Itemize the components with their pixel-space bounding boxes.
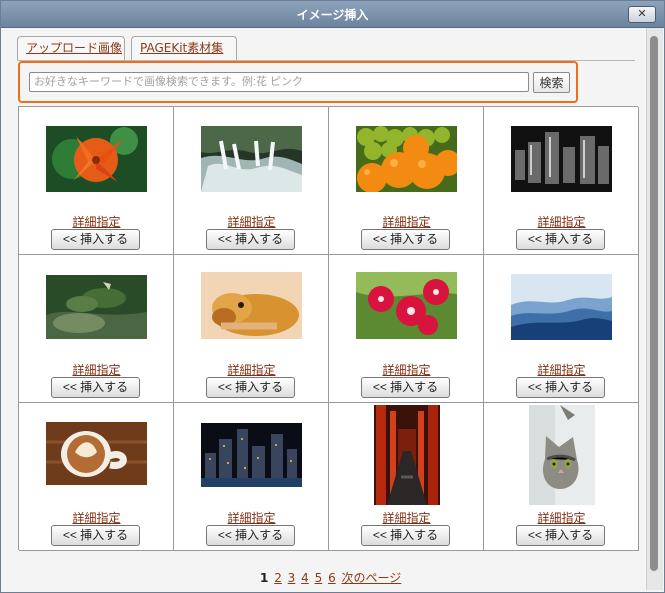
gallery-cell: 詳細指定 << 挿入する xyxy=(329,107,484,255)
tab-uploaded-images[interactable]: アップロード画像 xyxy=(17,36,125,60)
page-link-6[interactable]: 6 xyxy=(328,571,336,585)
insert-button[interactable]: << 挿入する xyxy=(51,377,140,398)
detail-link[interactable]: 詳細指定 xyxy=(484,509,639,526)
insert-button[interactable]: << 挿入する xyxy=(361,377,450,398)
gallery-cell: 詳細指定 << 挿入する xyxy=(329,403,484,551)
gallery-cell: 詳細指定 << 挿入する xyxy=(19,403,174,551)
search-area-highlight: 検索 xyxy=(18,61,578,103)
dialog-title: イメージ挿入 xyxy=(296,8,369,22)
detail-link[interactable]: 詳細指定 xyxy=(174,509,329,526)
thumbnail-waterfall-icon[interactable] xyxy=(201,126,302,192)
image-gallery: 詳細指定 << 挿入する 詳細指定 << 挿入する 詳細指定 << 挿入する 詳… xyxy=(18,106,639,551)
thumbnail-blue-mountains-icon[interactable] xyxy=(511,274,612,340)
detail-link[interactable]: 詳細指定 xyxy=(484,213,639,230)
thumbnail-city-bw-icon[interactable] xyxy=(511,126,612,192)
insert-button[interactable]: << 挿入する xyxy=(516,229,605,250)
tab-pagekit-materials[interactable]: PAGEKit素材集 xyxy=(131,36,237,60)
detail-link[interactable]: 詳細指定 xyxy=(484,361,639,378)
gallery-cell: 詳細指定 << 挿入する xyxy=(484,403,639,551)
thumbnail-oranges-grapes-icon[interactable] xyxy=(356,126,457,192)
detail-link[interactable]: 詳細指定 xyxy=(329,361,484,378)
thumbnail-cat-icon[interactable] xyxy=(529,405,595,505)
insert-button[interactable]: << 挿入する xyxy=(361,229,450,250)
detail-link[interactable]: 詳細指定 xyxy=(329,509,484,526)
next-page-link[interactable]: 次のページ xyxy=(342,571,402,585)
insert-button[interactable]: << 挿入する xyxy=(206,377,295,398)
thumbnail-sleeping-dog-icon[interactable] xyxy=(201,272,302,339)
insert-button[interactable]: << 挿入する xyxy=(516,377,605,398)
insert-button[interactable]: << 挿入する xyxy=(51,525,140,546)
thumbnail-city-night-icon[interactable] xyxy=(201,423,302,487)
page-link-4[interactable]: 4 xyxy=(301,571,309,585)
thumbnail-latte-icon[interactable] xyxy=(46,422,147,485)
scrollbar-thumb[interactable] xyxy=(650,36,658,571)
detail-link[interactable]: 詳細指定 xyxy=(174,361,329,378)
page-link-2[interactable]: 2 xyxy=(274,571,282,585)
insert-button[interactable]: << 挿入する xyxy=(516,525,605,546)
gallery-cell: 詳細指定 << 挿入する xyxy=(484,255,639,403)
vertical-scrollbar[interactable] xyxy=(646,28,663,590)
insert-button[interactable]: << 挿入する xyxy=(51,229,140,250)
titlebar: イメージ挿入 ✕ xyxy=(1,1,664,28)
insert-button[interactable]: << 挿入する xyxy=(206,525,295,546)
search-button[interactable]: 検索 xyxy=(533,72,570,93)
thumbnail-japanese-garden-icon[interactable] xyxy=(46,275,147,339)
thumbnail-torii-path-icon[interactable] xyxy=(374,405,440,505)
page-link-3[interactable]: 3 xyxy=(288,571,296,585)
gallery-cell: 詳細指定 << 挿入する xyxy=(19,255,174,403)
page-link-5[interactable]: 5 xyxy=(315,571,323,585)
detail-link[interactable]: 詳細指定 xyxy=(329,213,484,230)
gallery-cell: 詳細指定 << 挿入する xyxy=(174,107,329,255)
search-input[interactable] xyxy=(29,72,529,92)
detail-link[interactable]: 詳細指定 xyxy=(174,213,329,230)
close-icon: ✕ xyxy=(637,7,647,20)
gallery-cell: 詳細指定 << 挿入する xyxy=(19,107,174,255)
gallery-cell: 詳細指定 << 挿入する xyxy=(484,107,639,255)
current-page: 1 xyxy=(260,571,269,585)
detail-link[interactable]: 詳細指定 xyxy=(19,213,174,230)
image-insert-dialog: イメージ挿入 ✕ アップロード画像 PAGEKit素材集 検索 詳細指定 << … xyxy=(0,0,665,593)
insert-button[interactable]: << 挿入する xyxy=(361,525,450,546)
gallery-cell: 詳細指定 << 挿入する xyxy=(329,255,484,403)
thumbnail-orange-lily-icon[interactable] xyxy=(46,126,147,192)
insert-button[interactable]: << 挿入する xyxy=(206,229,295,250)
gallery-cell: 詳細指定 << 挿入する xyxy=(174,255,329,403)
pagination: 1 2 3 4 5 6 次のページ xyxy=(260,569,403,586)
detail-link[interactable]: 詳細指定 xyxy=(19,509,174,526)
close-button[interactable]: ✕ xyxy=(628,6,656,23)
detail-link[interactable]: 詳細指定 xyxy=(19,361,174,378)
gallery-cell: 詳細指定 << 挿入する xyxy=(174,403,329,551)
thumbnail-red-flowers-icon[interactable] xyxy=(356,272,457,339)
